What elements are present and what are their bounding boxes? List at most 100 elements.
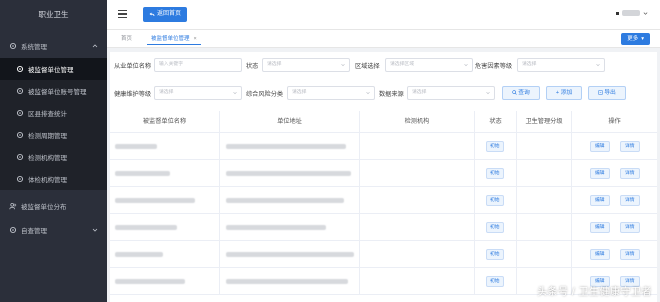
gear-icon: [15, 175, 24, 184]
hazard-level-select[interactable]: 请选择: [517, 58, 605, 72]
table-row: 初始 编辑 详情: [110, 187, 657, 214]
export-button[interactable]: 导出: [588, 86, 626, 100]
sidebar-item-unit-distribution[interactable]: 被监督单位分布: [0, 195, 107, 217]
sidebar-item-self-check[interactable]: 自查管理: [0, 219, 107, 241]
chevron-down-icon: [596, 63, 600, 67]
chevron-down-icon: ▾: [641, 36, 644, 42]
chevron-down-icon: [486, 91, 490, 95]
add-button[interactable]: + 添加: [546, 86, 582, 100]
region-select[interactable]: 请选择区域: [385, 58, 473, 72]
chevron-down-icon: [233, 91, 237, 95]
redacted-text: [226, 279, 348, 284]
app-title: 职业卫生: [38, 10, 69, 19]
edit-button[interactable]: 编辑: [590, 195, 610, 206]
sidebar: 职业卫生 系统管理 被监督单位管理 被监督单位账号管理 区县排查统计 检测周期管…: [0, 0, 107, 302]
sidebar-item-label: 检测周期管理: [28, 133, 67, 140]
edit-button[interactable]: 编辑: [590, 141, 610, 152]
column-header: 检测机构: [360, 111, 475, 133]
gear-icon: [15, 65, 24, 74]
data-source-label: 数据来源: [379, 91, 404, 98]
chevron-down-icon: [92, 228, 98, 232]
detail-button[interactable]: 详情: [620, 249, 640, 260]
table-row: 初始 编辑 详情: [110, 214, 657, 241]
data-source-select[interactable]: 请选择: [407, 86, 495, 100]
sidebar-item-label: 被监督单位分布: [21, 204, 67, 211]
redacted-text: [115, 198, 195, 203]
table-row: 初始 编辑 详情: [110, 160, 657, 187]
table-row: 初始 编辑 详情: [110, 133, 657, 160]
table-header: 被监督单位名称 单位地址 检测机构 状态 卫生管理分级 操作: [110, 111, 657, 133]
gear-icon: [8, 226, 17, 235]
menu-toggle-icon[interactable]: [118, 10, 127, 19]
redacted-text: [226, 252, 354, 257]
detail-button[interactable]: 详情: [620, 168, 640, 179]
redacted-text: [226, 144, 346, 149]
region-label: 区域选择: [355, 63, 380, 70]
back-arrow-icon: [149, 12, 155, 16]
redacted-text: [226, 225, 326, 230]
sidebar-item-label: 检测机构管理: [28, 155, 67, 162]
search-icon: [512, 90, 517, 95]
sidebar-item-label: 被监督单位管理: [28, 67, 74, 74]
sidebar-item-supervised-units[interactable]: 被监督单位管理: [0, 58, 107, 80]
sidebar-item-detection-cycle[interactable]: 检测周期管理: [0, 124, 107, 146]
company-name-input[interactable]: 输入关键字: [154, 58, 242, 72]
sidebar-item-label: 体检机构管理: [28, 177, 67, 184]
risk-class-select[interactable]: 请选择: [287, 86, 375, 100]
top-header: 返回首页: [107, 0, 660, 30]
column-header: 单位地址: [220, 111, 360, 133]
users-icon: [8, 202, 17, 211]
sidebar-item-label: 自查管理: [21, 228, 47, 235]
table-row: 初始 编辑 详情: [110, 241, 657, 268]
redacted-text: [115, 171, 170, 176]
user-menu[interactable]: [616, 10, 648, 16]
sidebar-item-district-stats[interactable]: 区县排查统计: [0, 102, 107, 124]
username-redacted: [622, 10, 640, 16]
chevron-down-icon: [643, 11, 648, 15]
chevron-down-icon: [464, 63, 468, 67]
gear-icon: [15, 87, 24, 96]
redacted-text: [115, 252, 163, 257]
sidebar-item-system[interactable]: 系统管理: [0, 35, 107, 57]
edit-button[interactable]: 编辑: [590, 168, 610, 179]
sidebar-item-label: 区县排查统计: [28, 111, 67, 118]
sidebar-item-unit-accounts[interactable]: 被监督单位账号管理: [0, 80, 107, 102]
redacted-text: [226, 171, 351, 176]
close-icon[interactable]: ×: [194, 36, 197, 42]
status-badge: 初始: [486, 276, 504, 287]
column-header: 被监督单位名称: [110, 111, 220, 133]
sidebar-item-label: 系统管理: [21, 44, 47, 51]
tab-home[interactable]: 首页: [121, 34, 132, 45]
avatar: [616, 11, 619, 15]
main-content: 从业单位名称 输入关键字 状态 请选择 区域选择 请选择区域 危害因素等级 请选…: [110, 52, 657, 302]
redacted-text: [115, 225, 177, 230]
status-badge: 初始: [486, 222, 504, 233]
tab-supervised-units[interactable]: 被监督单位管理 ×: [147, 34, 201, 45]
detail-button[interactable]: 详情: [620, 195, 640, 206]
watermark: 头条号 / 卫生健康守卫者: [537, 287, 652, 298]
chevron-down-icon: [341, 63, 345, 67]
status-select[interactable]: 请选择: [262, 58, 350, 72]
detail-button[interactable]: 详情: [620, 141, 640, 152]
hazard-level-label: 危害因素等级: [475, 63, 513, 70]
edit-button[interactable]: 编辑: [590, 249, 610, 260]
gear-icon: [8, 42, 17, 51]
sidebar-item-detection-agency[interactable]: 检测机构管理: [0, 146, 107, 168]
risk-class-label: 综合风险分类: [246, 91, 284, 98]
status-badge: 初始: [486, 195, 504, 206]
health-level-label: 健康维护等级: [114, 91, 152, 98]
more-button[interactable]: 更多 ▾: [621, 33, 650, 45]
query-button[interactable]: 查询: [502, 86, 540, 100]
status-label: 状态: [246, 63, 259, 70]
status-badge: 初始: [486, 141, 504, 152]
column-header: 状态: [475, 111, 517, 133]
gear-icon: [15, 153, 24, 162]
detail-button[interactable]: 详情: [620, 222, 640, 233]
redacted-text: [115, 144, 157, 149]
edit-button[interactable]: 编辑: [590, 222, 610, 233]
sidebar-item-exam-agency[interactable]: 体检机构管理: [0, 168, 107, 190]
sidebar-item-label: 被监督单位账号管理: [28, 89, 87, 96]
back-home-button[interactable]: 返回首页: [143, 7, 188, 22]
company-name-label: 从业单位名称: [114, 63, 152, 70]
health-level-select[interactable]: 请选择: [154, 86, 242, 100]
